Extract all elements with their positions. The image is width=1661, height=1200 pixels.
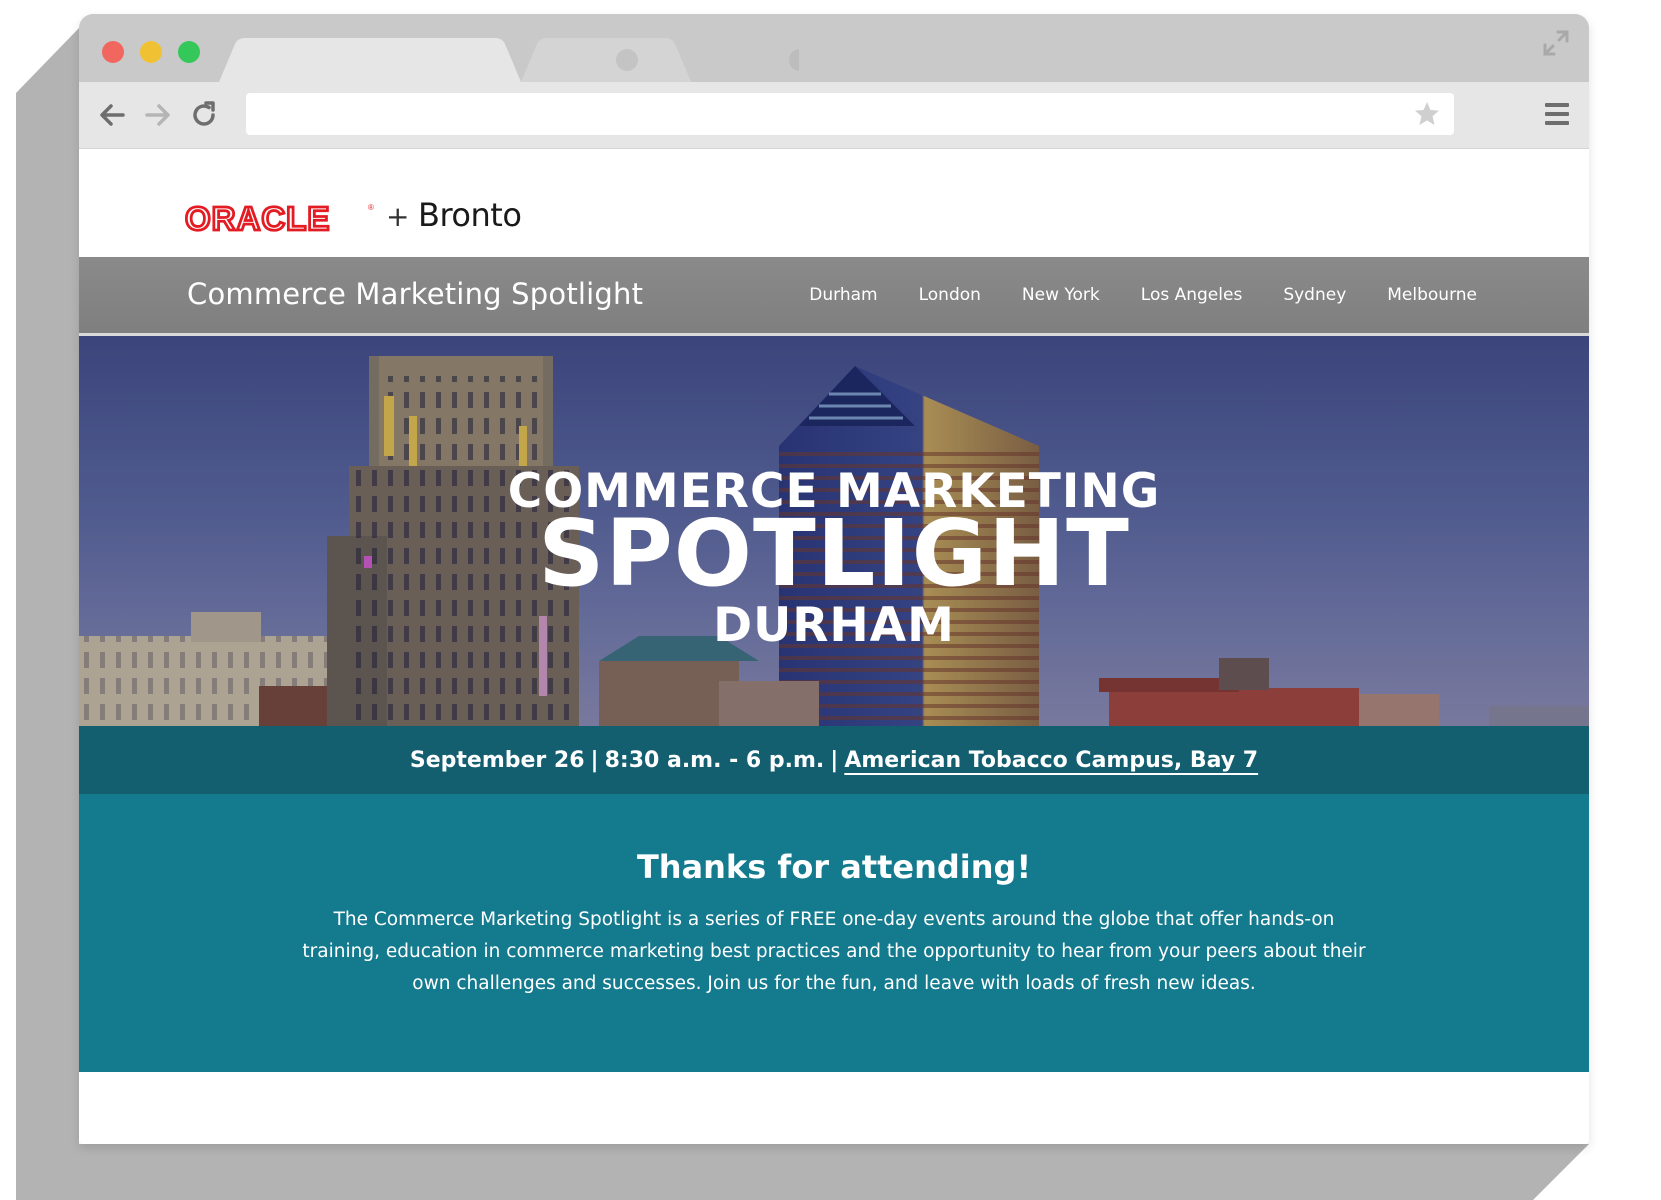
site-title[interactable]: Commerce Marketing Spotlight xyxy=(187,277,643,311)
city-nav: Durham London New York Los Angeles Sydne… xyxy=(809,257,1477,333)
hero-banner: COMMERCE MARKETING SPOTLIGHT DURHAM xyxy=(79,336,1589,726)
close-window-button[interactable] xyxy=(102,41,124,63)
webpage: ORACLE ® + Bronto Commerce Marketing Spo… xyxy=(79,149,1589,1144)
nav-link-sydney[interactable]: Sydney xyxy=(1283,285,1346,305)
event-time: 8:30 a.m. - 6 p.m. xyxy=(604,747,825,773)
svg-text:®: ® xyxy=(368,203,374,212)
minimize-window-button[interactable] xyxy=(140,41,162,63)
hero-title-city: DURHAM xyxy=(713,598,955,653)
hero-title-spotlight: SPOTLIGHT xyxy=(538,500,1130,607)
reload-icon[interactable] xyxy=(189,100,219,130)
nav-link-los-angeles[interactable]: Los Angeles xyxy=(1141,285,1243,305)
browser-window: ORACLE ® + Bronto Commerce Marketing Spo… xyxy=(79,14,1589,1144)
nav-link-london[interactable]: London xyxy=(919,285,981,305)
forward-arrow-icon[interactable] xyxy=(143,100,173,130)
bronto-logo[interactable]: Bronto xyxy=(418,196,522,234)
event-date: September 26 xyxy=(409,747,585,773)
address-bar[interactable] xyxy=(246,93,1454,135)
nav-link-melbourne[interactable]: Melbourne xyxy=(1387,285,1477,305)
event-info-bar: September 26 | 8:30 a.m. - 6 p.m. | Amer… xyxy=(79,726,1589,794)
browser-toolbar xyxy=(79,82,1589,149)
browser-tabs xyxy=(219,38,799,82)
browser-titlebar xyxy=(79,14,1589,82)
back-arrow-icon[interactable] xyxy=(97,100,127,130)
tab-active[interactable] xyxy=(219,38,521,82)
logo-header: ORACLE ® + Bronto xyxy=(79,149,1589,257)
svg-text:ORACLE: ORACLE xyxy=(185,202,330,236)
star-icon[interactable] xyxy=(1414,101,1440,127)
thanks-heading: Thanks for attending! xyxy=(636,848,1032,886)
nav-link-durham[interactable]: Durham xyxy=(809,285,877,305)
hamburger-menu-icon[interactable] xyxy=(1543,100,1571,128)
tab-inactive[interactable] xyxy=(521,38,691,82)
tab-close-icon[interactable] xyxy=(616,49,638,71)
oracle-logo[interactable]: ORACLE ® xyxy=(185,202,375,236)
expand-icon[interactable] xyxy=(1541,28,1571,58)
maximize-window-button[interactable] xyxy=(178,41,200,63)
event-venue-link[interactable]: American Tobacco Campus, Bay 7 xyxy=(844,748,1258,773)
event-separator: | xyxy=(590,747,599,773)
new-tab-icon[interactable] xyxy=(789,49,799,71)
page-footer-space xyxy=(79,1072,1589,1144)
site-navbar: Commerce Marketing Spotlight Durham Lond… xyxy=(79,257,1589,336)
nav-link-new-york[interactable]: New York xyxy=(1022,285,1100,305)
thanks-description: The Commerce Marketing Spotlight is a se… xyxy=(302,909,1366,994)
event-separator: | xyxy=(830,747,839,773)
thanks-section: Thanks for attending! The Commerce Marke… xyxy=(79,794,1589,1072)
logo-plus: + xyxy=(386,200,410,233)
